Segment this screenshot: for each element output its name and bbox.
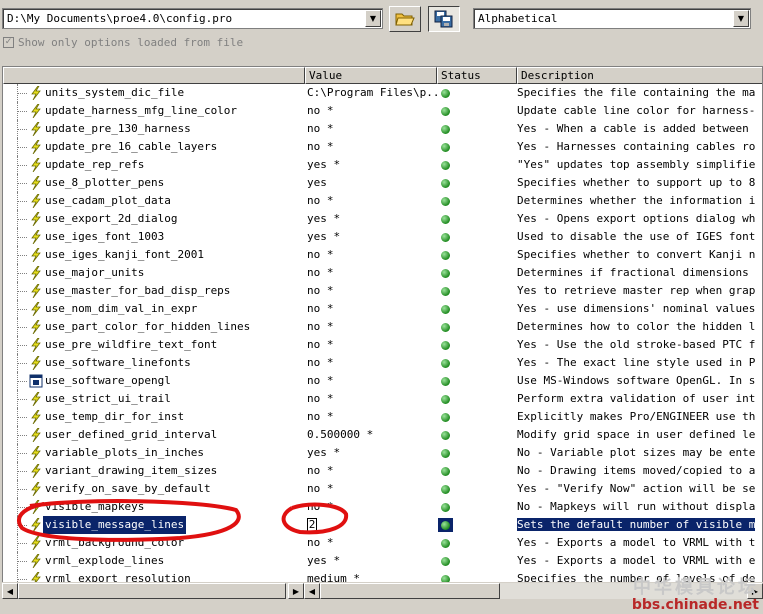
watermark: 中华模具论坛 bbs.chinade.net [631,577,759,613]
red-annotation-marks [17,499,349,542]
watermark-title: 中华模具论坛 [633,577,759,598]
watermark-url: bbs.chinade.net [631,597,759,613]
